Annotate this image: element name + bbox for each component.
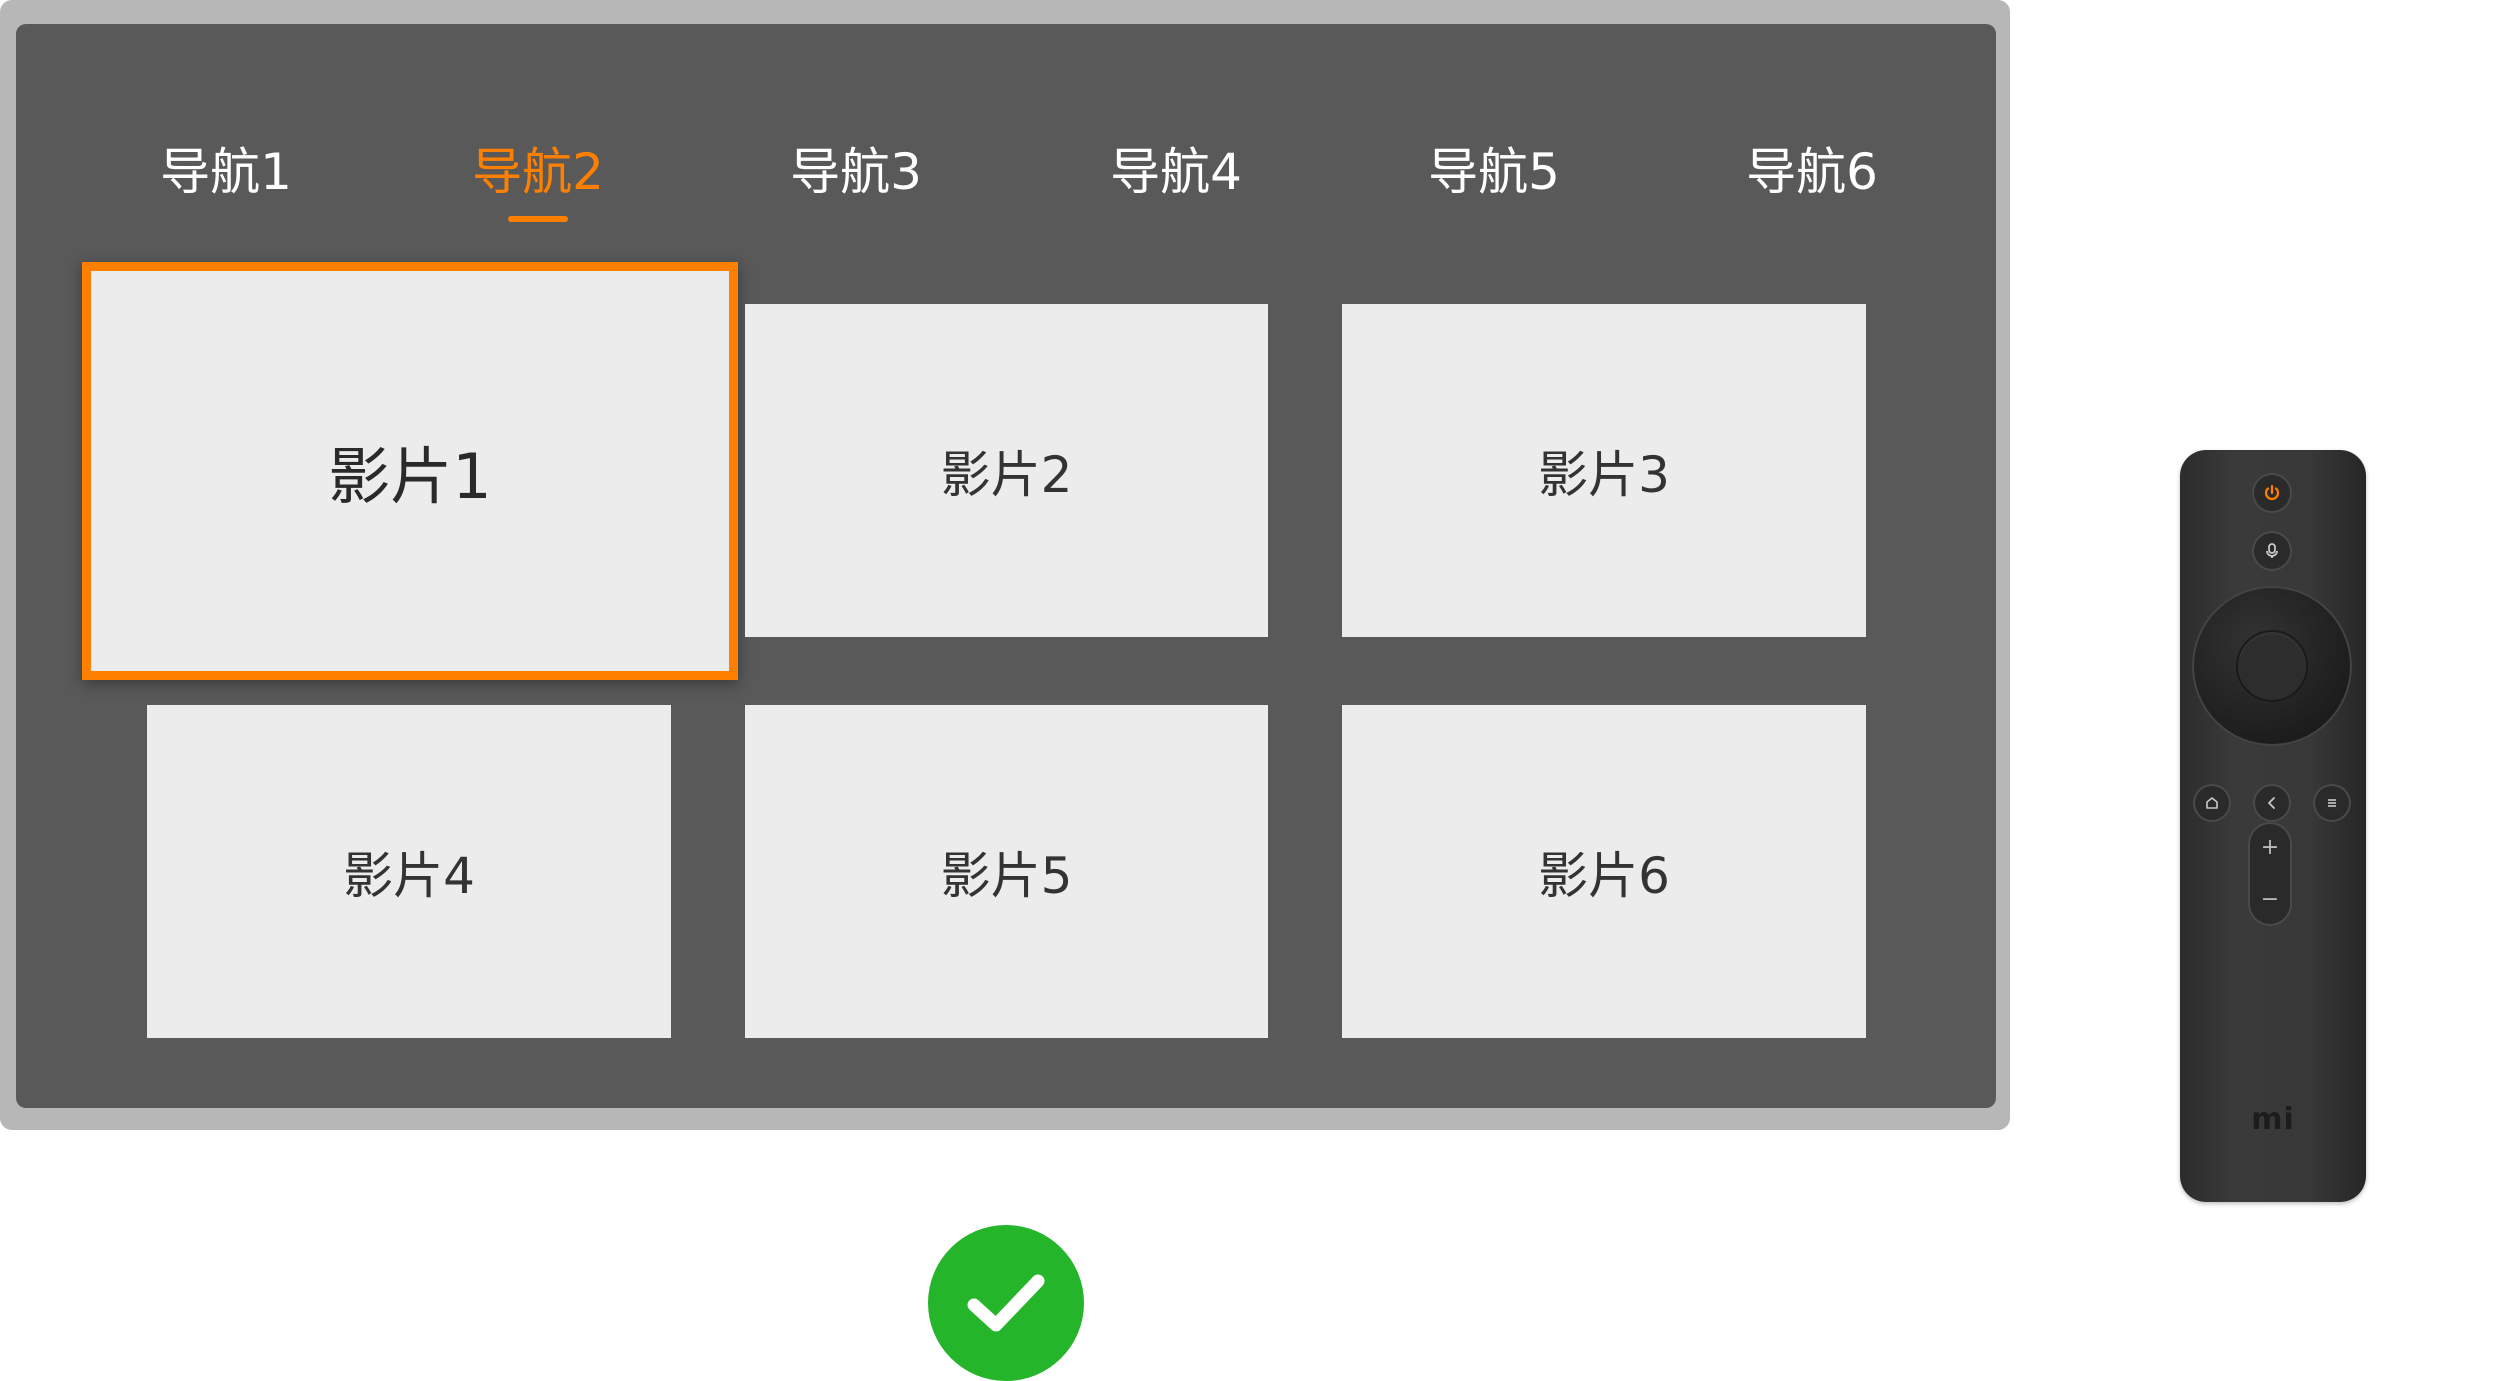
ok-button[interactable]: [2238, 632, 2306, 700]
tab-label: 导航5: [1428, 143, 1560, 201]
tab-label: 导航6: [1746, 143, 1878, 201]
movie-title: 影片2: [940, 445, 1073, 504]
voice-button[interactable]: [2252, 531, 2292, 571]
plus-icon: +: [2260, 835, 2280, 860]
tab-label: 导航2: [472, 143, 604, 201]
volume-up-button[interactable]: +: [2248, 822, 2292, 874]
power-icon: [2264, 484, 2280, 500]
back-icon: [2268, 797, 2275, 809]
movie-card-5[interactable]: 影片5: [745, 705, 1268, 1038]
check-icon: [967, 1274, 1045, 1332]
movie-card-1[interactable]: 影片1: [82, 262, 738, 680]
success-badge: [928, 1225, 1084, 1381]
tab-nav-5[interactable]: 导航5: [1374, 142, 1614, 252]
menu-icon: [2328, 799, 2336, 807]
volume-down-button[interactable]: −: [2248, 874, 2292, 926]
power-button[interactable]: [2252, 473, 2292, 513]
tab-nav-4[interactable]: 导航4: [1056, 142, 1296, 252]
directional-pad[interactable]: [2192, 586, 2352, 746]
movie-title: 影片3: [1538, 445, 1670, 504]
brand-logo: mi: [2251, 1102, 2295, 1137]
remote-control: + − mi: [2180, 450, 2366, 1202]
movie-card-2[interactable]: 影片2: [745, 304, 1268, 637]
microphone-icon: [2266, 543, 2278, 558]
tab-label: 导航4: [1110, 143, 1242, 201]
tab-nav-3[interactable]: 导航3: [736, 142, 976, 252]
movie-title: 影片4: [343, 846, 475, 905]
movie-card-6[interactable]: 影片6: [1342, 705, 1866, 1038]
home-icon: [2206, 797, 2218, 809]
movie-title: 影片5: [940, 846, 1073, 905]
menu-button[interactable]: [2313, 784, 2351, 822]
movie-card-4[interactable]: 影片4: [147, 705, 671, 1038]
tab-nav-1[interactable]: 导航1: [106, 142, 346, 252]
movie-card-3[interactable]: 影片3: [1342, 304, 1866, 637]
tab-label: 导航3: [790, 143, 922, 201]
volume-rocker: + −: [2248, 822, 2292, 926]
minus-icon: −: [2260, 887, 2280, 912]
movie-title: 影片6: [1538, 846, 1670, 905]
home-button[interactable]: [2193, 784, 2231, 822]
tab-nav-6[interactable]: 导航6: [1692, 142, 1932, 252]
tv-frame: 导航1 导航2 导航3 导航4 导航5 导航6 影片1 影片2 影片3 影片4 …: [0, 0, 2010, 1130]
movie-title: 影片1: [328, 440, 492, 513]
tv-screen: 导航1 导航2 导航3 导航4 导航5 导航6 影片1 影片2 影片3 影片4 …: [16, 24, 1996, 1108]
active-tab-underline: [508, 216, 568, 222]
tab-nav-2[interactable]: 导航2: [418, 142, 658, 252]
tab-label: 导航1: [160, 143, 292, 201]
back-button[interactable]: [2253, 784, 2291, 822]
